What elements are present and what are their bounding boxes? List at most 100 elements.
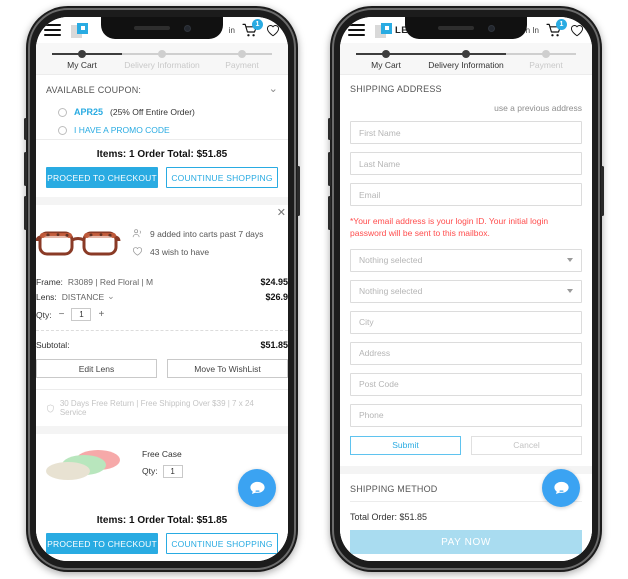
brand-logo[interactable]: LE — [375, 22, 408, 38]
step-payment[interactable]: Payment — [202, 49, 282, 70]
radio-icon[interactable] — [58, 125, 67, 135]
coupon-option-promo[interactable]: I HAVE A PROMO CODE — [46, 121, 278, 139]
country-select[interactable]: Nothing selected — [350, 248, 582, 272]
shipping-address-title: SHIPPING ADDRESS — [350, 84, 442, 94]
checkout-screen: LE n In 1 My Cart Delivery Information P… — [340, 17, 592, 561]
sign-in-link[interactable]: in — [229, 26, 235, 35]
cart-count-badge: 1 — [252, 18, 263, 30]
cart-button[interactable]: 1 — [242, 18, 263, 38]
coupon-header[interactable]: AVAILABLE COUPON: ⌄ — [46, 75, 278, 103]
screenshot-root: in 1 My Cart Delivery Information Paymen… — [0, 0, 628, 579]
address-input[interactable]: Address — [350, 341, 582, 365]
logo-mark-icon — [375, 22, 392, 38]
chat-bubble-icon — [249, 481, 265, 494]
hamburger-menu-icon[interactable] — [44, 24, 61, 36]
attribute-value: DISTANCE — [61, 291, 105, 302]
shipping-address-section: SHIPPING ADDRESS use a previous address … — [340, 75, 592, 466]
service-promise-text: 30 Days Free Return | Free Shipping Over… — [59, 399, 254, 417]
last-name-input[interactable]: Last Name — [350, 152, 582, 175]
continue-shopping-button-top[interactable]: COUNTINUE SHOPPING — [166, 167, 278, 188]
chat-bubble-button[interactable] — [238, 469, 276, 507]
notch-speaker — [133, 26, 170, 30]
heart-outline-icon — [133, 247, 142, 256]
radio-icon[interactable] — [58, 107, 67, 117]
use-previous-address-link[interactable]: use a previous address — [494, 94, 582, 119]
qty-label: Qty: — [142, 466, 158, 476]
subtotal-row: Subtotal: $51.85 — [36, 331, 288, 359]
city-input[interactable]: City — [350, 310, 582, 334]
step-label: My Cart — [371, 60, 401, 70]
attribute-price: $26.9 — [265, 291, 288, 302]
step-delivery-information[interactable]: Delivery Information — [122, 49, 202, 70]
step-label: Delivery Information — [124, 60, 200, 70]
order-total-bottom: Items: 1 Order Total: $51.85 — [96, 515, 228, 526]
cancel-button[interactable]: Cancel — [471, 435, 582, 455]
brand-logo[interactable] — [71, 22, 91, 38]
step-my-cart[interactable]: My Cart — [42, 49, 122, 70]
chevron-down-icon[interactable]: ⌄ — [107, 292, 115, 301]
qty-decrease-button[interactable]: − — [59, 309, 65, 320]
phone-volume-down — [24, 196, 27, 230]
step-label: Payment — [529, 60, 563, 70]
phone-notch — [405, 17, 527, 39]
phone-volume-up — [24, 152, 27, 186]
step-payment[interactable]: Payment — [506, 49, 586, 70]
coupon-option-apr25[interactable]: APR25 (25% Off Entire Order) — [46, 103, 278, 121]
edit-lens-button[interactable]: Edit Lens — [36, 359, 157, 378]
step-delivery-information[interactable]: Delivery Information — [426, 49, 506, 70]
cart-summary-top: Items: 1 Order Total: $51.85 PROCEED TO … — [36, 140, 288, 197]
qty-increase-button[interactable]: + — [98, 309, 104, 320]
cart-button[interactable]: 1 — [546, 18, 567, 38]
phone-input[interactable]: Phone — [350, 403, 582, 427]
chevron-down-icon[interactable]: ⌄ — [269, 84, 278, 95]
free-case-title: Free Case — [142, 448, 182, 459]
continue-shopping-button-bottom[interactable]: COUNTINUE SHOPPING — [166, 533, 278, 554]
notch-speaker — [437, 26, 474, 30]
product-image[interactable] — [36, 223, 122, 265]
step-label: Delivery Information — [428, 60, 504, 70]
step-label: My Cart — [67, 60, 97, 70]
phone-volume-up — [328, 152, 331, 186]
attribute-price: $24.95 — [260, 276, 288, 287]
cart-item-top: 9 added into carts past 7 days 43 wish t… — [36, 213, 288, 265]
stat-text: 9 added into carts past 7 days — [150, 228, 264, 239]
first-name-input[interactable]: First Name — [350, 121, 582, 144]
cart-count-badge: 1 — [556, 18, 567, 30]
cart-item-attributes: Frame: R3089 | Red Floral | M $24.95 Len… — [36, 265, 288, 330]
quantity-stepper: Qty: − 1 + — [36, 304, 288, 330]
total-order-label: Total Order: $51.85 — [350, 512, 428, 522]
pay-now-button[interactable]: PAY NOW — [350, 530, 582, 554]
move-to-wishlist-button[interactable]: Move To WishList — [167, 359, 288, 378]
stat-text: 43 wish to have — [150, 246, 210, 257]
close-icon[interactable]: ✕ — [277, 208, 286, 219]
proceed-to-checkout-button-bottom[interactable]: PROCEED TO CHECKOUT — [46, 533, 158, 554]
cart-header-actions: in 1 — [229, 18, 280, 38]
attribute-frame: Frame: R3089 | Red Floral | M $24.95 — [36, 274, 288, 289]
step-my-cart[interactable]: My Cart — [346, 49, 426, 70]
cart-actions-bottom: PROCEED TO CHECKOUT COUNTINUE SHOPPING — [46, 533, 278, 554]
proceed-to-checkout-button-top[interactable]: PROCEED TO CHECKOUT — [46, 167, 158, 188]
qty-input[interactable]: 1 — [71, 308, 92, 321]
section-gap — [36, 197, 288, 205]
cart-content: My Cart Delivery Information Payment AVA… — [36, 43, 288, 561]
checkout-stepper-delivery: My Cart Delivery Information Payment — [340, 43, 592, 75]
state-select[interactable]: Nothing selected — [350, 279, 582, 303]
attribute-key: Lens: — [36, 291, 57, 302]
submit-button[interactable]: Submit — [350, 435, 461, 455]
step-label: Payment — [225, 60, 259, 70]
attribute-lens[interactable]: Lens: DISTANCE ⌄ $26.9 — [36, 289, 288, 304]
email-input[interactable]: Email — [350, 183, 582, 206]
checkout-header-actions: n In 1 — [526, 18, 584, 38]
post-code-input[interactable]: Post Code — [350, 372, 582, 396]
hamburger-menu-icon[interactable] — [348, 24, 365, 36]
phone-power-button — [297, 166, 300, 216]
chat-bubble-button[interactable] — [542, 469, 580, 507]
heart-icon[interactable] — [570, 24, 584, 37]
coupon-title: AVAILABLE COUPON: — [46, 84, 142, 95]
shipping-method-title: SHIPPING METHOD — [350, 484, 438, 495]
promo-code-link[interactable]: I HAVE A PROMO CODE — [74, 125, 170, 135]
sign-in-link[interactable]: n In — [526, 26, 539, 35]
shipping-form-actions: Submit Cancel — [350, 435, 582, 466]
free-case-qty-input[interactable]: 1 — [162, 464, 183, 478]
heart-icon[interactable] — [266, 24, 280, 37]
